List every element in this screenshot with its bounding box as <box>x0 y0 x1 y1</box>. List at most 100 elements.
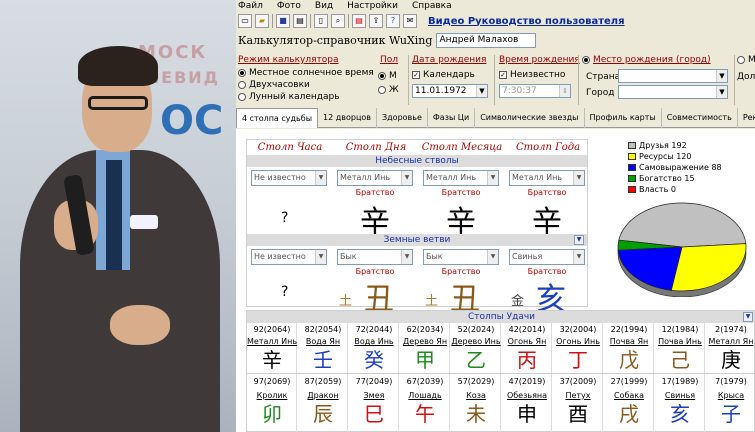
branch-select-hour[interactable]: Не известно ▼ <box>251 249 327 265</box>
separator <box>734 55 735 105</box>
collapse-icon[interactable]: ▼ <box>743 312 753 322</box>
luck-pillar-column[interactable]: 52(2024) Дерево Инь 乙 57(2029) Коза 未 <box>451 323 501 432</box>
gender-radio-m[interactable] <box>378 72 386 80</box>
birth-date-field[interactable]: 11.01.1972 ▼ <box>412 84 488 98</box>
chevron-down-icon[interactable]: ▼ <box>401 171 412 185</box>
presenter-photo: МОСК ТЕЛЕВИД ОС <box>0 0 236 432</box>
birth-time-field[interactable]: 7:30:37 ⇕ <box>499 84 571 98</box>
mode-option-lunar[interactable]: Лунный календарь <box>238 92 340 102</box>
four-pillars-panel: Столп Часа Столп Дня Столп Месяца Столп … <box>246 139 588 317</box>
birth-place-header[interactable]: Место рождения (город) <box>582 55 711 65</box>
mode-radio-solar[interactable] <box>238 69 246 77</box>
video-guide-link[interactable]: Видео Руководство пользователя <box>428 16 625 27</box>
luck-age-second: 67(2039) <box>406 377 444 386</box>
menu-photo[interactable]: Фото <box>277 0 301 12</box>
export-icon[interactable]: ⇪ <box>369 14 383 28</box>
calendar-checkbox[interactable]: ✓ <box>412 71 420 79</box>
city-select[interactable]: ▼ <box>618 85 728 99</box>
luck-age-second: 37(2009) <box>559 377 597 386</box>
stem-select-hour[interactable]: Не известно ▼ <box>251 170 327 186</box>
chevron-down-icon[interactable]: ▼ <box>716 70 727 82</box>
pdf-icon[interactable]: ▤ <box>352 14 366 28</box>
help-icon[interactable]: ? <box>386 14 400 28</box>
calendar-checkbox-row[interactable]: ✓ Календарь <box>412 70 475 80</box>
chevron-down-icon[interactable]: ▼ <box>487 250 498 264</box>
tab-four-pillars[interactable]: 4 столпа судьбы <box>236 108 319 128</box>
menu-view[interactable]: Вид <box>315 0 333 12</box>
chevron-down-icon[interactable]: ▼ <box>573 250 584 264</box>
gender-option-m[interactable]: М <box>378 71 397 81</box>
luck-age: 62(2034) <box>406 325 444 334</box>
luck-stem-glyph: 丙 <box>517 348 537 372</box>
branch-select-day[interactable]: Бык ▼ <box>337 249 413 265</box>
tab-compatibility[interactable]: Совместимость <box>662 108 738 128</box>
luck-pillars-panel: Столпы Удачи ▼ 92(2064) Металл Инь 辛 97(206… <box>246 310 755 432</box>
open-folder-icon[interactable]: ▰ <box>255 14 269 28</box>
mode-option-twohour[interactable]: Двухчасовки <box>238 80 310 90</box>
luck-pillar-column[interactable]: 32(2004) Огонь Инь 丁 37(2009) Петух 酉 <box>553 323 603 432</box>
luck-pillar-column[interactable]: 42(2014) Огонь Ян 丙 47(2019) Обезьяна 申 <box>502 323 552 432</box>
extra-option-m[interactable]: М <box>737 55 755 65</box>
luck-stem-glyph: 壬 <box>313 348 333 372</box>
stem-select-day[interactable]: Металл Инь ▼ <box>337 170 413 186</box>
mode-radio-twohour[interactable] <box>238 81 246 89</box>
chevron-down-icon[interactable]: ▼ <box>476 85 487 97</box>
tab-symbolic-stars[interactable]: Символические звезды <box>475 108 585 128</box>
luck-pillar-column[interactable]: 62(2034) Дерево Ян 甲 67(2039) Лошадь 午 <box>400 323 450 432</box>
tab-rectification[interactable]: Ректификация <box>738 108 755 128</box>
luck-age-second: 7(1979) <box>715 377 747 386</box>
luck-stem-glyph: 癸 <box>364 348 384 372</box>
time-unknown-row[interactable]: ✓ Неизвестно <box>499 70 565 80</box>
chevron-down-icon[interactable]: ▼ <box>315 250 326 264</box>
branch-select-month[interactable]: Бык ▼ <box>423 249 499 265</box>
pie-slice <box>617 246 683 291</box>
country-select[interactable]: ▼ <box>618 69 728 83</box>
luck-age: 82(2054) <box>304 325 342 334</box>
menu-settings[interactable]: Настройки <box>347 0 398 12</box>
save-icon[interactable]: ■ <box>276 14 290 28</box>
birth-date-title: Дата рождения <box>412 55 487 65</box>
gender-radio-f[interactable] <box>378 86 386 94</box>
spinner-icon[interactable]: ⇕ <box>559 85 570 97</box>
chevron-down-icon[interactable]: ▼ <box>487 171 498 185</box>
menu-file[interactable]: Файл <box>238 0 263 12</box>
stem-select-month[interactable]: Металл Инь ▼ <box>423 170 499 186</box>
branch-select-value: Бык <box>340 252 357 261</box>
chevron-down-icon[interactable]: ▼ <box>716 86 727 98</box>
collapse-icon[interactable]: ▼ <box>574 235 584 245</box>
extra-radio-m[interactable] <box>737 56 745 64</box>
chevron-down-icon[interactable]: ▼ <box>401 250 412 264</box>
city-label: Город <box>586 88 615 98</box>
stem-select-year[interactable]: Металл Инь ▼ <box>509 170 585 186</box>
print-icon[interactable]: ▤ <box>293 14 307 28</box>
new-file-icon[interactable]: ▭ <box>238 14 252 28</box>
branch-select-year[interactable]: Свинья ▼ <box>509 249 585 265</box>
time-unknown-checkbox[interactable]: ✓ <box>499 71 507 79</box>
mode-radio-lunar[interactable] <box>238 93 246 101</box>
pie-slice <box>670 243 747 292</box>
luck-pillar-column[interactable]: 2(1974) Металл Ян 庚 7(1979) Крыса 子 <box>706 323 755 432</box>
luck-pillar-column[interactable]: 12(1984) Почва Инь 己 17(1989) Свинья 亥 <box>655 323 705 432</box>
search-icon[interactable]: ⌕ <box>331 14 345 28</box>
document-icon[interactable]: ▯ <box>314 14 328 28</box>
mode-option-solar[interactable]: Местное солнечное время <box>238 68 374 78</box>
luck-pillar-column[interactable]: 82(2054) Вода Ян 壬 87(2059) Дракон 辰 <box>298 323 348 432</box>
mail-icon[interactable]: ✉ <box>403 14 417 28</box>
person-name-input[interactable]: Андрей Малахов <box>436 32 537 48</box>
tab-qi-phases[interactable]: Фазы Ци <box>428 108 476 128</box>
parameters-panel: Режим калькулятора Местное солнечное вре… <box>236 55 755 107</box>
luck-age: 72(2044) <box>355 325 393 334</box>
luck-pillar-column[interactable]: 92(2064) Металл Инь 辛 97(2069) Кролик 卯 <box>247 323 297 432</box>
luck-pillar-column[interactable]: 72(2044) Вода Инь 癸 77(2049) Змея 巳 <box>349 323 399 432</box>
luck-pillar-column[interactable]: 22(1994) Почва Ян 戊 27(1999) Собака 戌 <box>604 323 654 432</box>
tab-twelve-palaces[interactable]: 12 дворцов <box>318 108 378 128</box>
chevron-down-icon[interactable]: ▼ <box>315 171 326 185</box>
heavenly-stems-label: Небесные стволы <box>375 156 459 166</box>
tab-health[interactable]: Здоровье <box>377 108 428 128</box>
gender-option-f[interactable]: Ж <box>378 85 399 95</box>
birth-place-radio[interactable] <box>582 56 590 64</box>
menu-help[interactable]: Справка <box>412 0 452 12</box>
tab-content: Столп Часа Столп Дня Столп Месяца Столп … <box>236 129 755 432</box>
chevron-down-icon[interactable]: ▼ <box>573 171 584 185</box>
tab-chart-profile[interactable]: Профиль карты <box>585 108 662 128</box>
